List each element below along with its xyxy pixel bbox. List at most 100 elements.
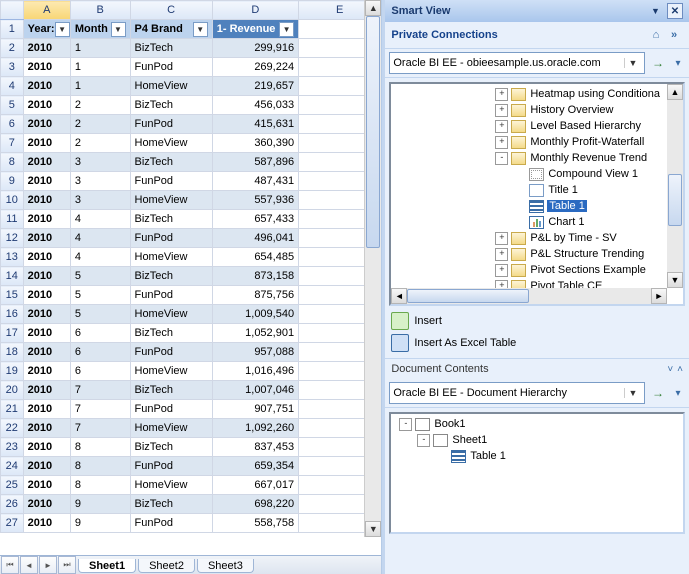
cell-month[interactable]: 7	[70, 400, 130, 419]
cell-brand[interactable]: BizTech	[130, 39, 212, 58]
section-expand-icon[interactable]: ˄	[677, 364, 683, 375]
cell-year[interactable]: 2010	[23, 324, 70, 343]
filter-header-c[interactable]: P4 Brand▼	[130, 20, 212, 39]
action-insert-as-table[interactable]: Insert As Excel Table	[385, 332, 689, 354]
cell-month[interactable]: 6	[70, 324, 130, 343]
row-header[interactable]: 25	[1, 476, 24, 495]
cell-month[interactable]: 5	[70, 267, 130, 286]
row-header[interactable]: 23	[1, 438, 24, 457]
cell-revenue[interactable]: 659,354	[212, 457, 298, 476]
cell-revenue[interactable]: 667,017	[212, 476, 298, 495]
cell-month[interactable]: 6	[70, 343, 130, 362]
row-header[interactable]: 9	[1, 172, 24, 191]
cell-brand[interactable]: FunPod	[130, 172, 212, 191]
cell-month[interactable]: 5	[70, 305, 130, 324]
tree-node[interactable]: -Book1	[395, 416, 679, 432]
cell-revenue[interactable]: 299,916	[212, 39, 298, 58]
cell-revenue[interactable]: 496,041	[212, 229, 298, 248]
cell-month[interactable]: 6	[70, 362, 130, 381]
row-header[interactable]: 16	[1, 305, 24, 324]
row-header[interactable]: 17	[1, 324, 24, 343]
row-header[interactable]: 20	[1, 381, 24, 400]
tree-expander[interactable]: +	[495, 232, 508, 245]
row-header[interactable]: 8	[1, 153, 24, 172]
cell-year[interactable]: 2010	[23, 419, 70, 438]
tree-node[interactable]: +P&L Structure Trending	[395, 246, 665, 262]
tree-node[interactable]: +Level Based Hierarchy	[395, 118, 665, 134]
cell-month[interactable]: 7	[70, 419, 130, 438]
connection-go-button[interactable]: →	[649, 53, 667, 73]
cell-revenue[interactable]: 875,756	[212, 286, 298, 305]
row-header[interactable]: 24	[1, 457, 24, 476]
scroll-track[interactable]	[365, 16, 381, 521]
filter-header-d[interactable]: 1- Revenue▼	[212, 20, 298, 39]
tree-hscroll-thumb[interactable]	[407, 289, 529, 303]
col-header-b[interactable]: B	[70, 1, 130, 20]
cell-brand[interactable]: HomeView	[130, 191, 212, 210]
cell-month[interactable]: 8	[70, 457, 130, 476]
cell-revenue[interactable]: 1,052,901	[212, 324, 298, 343]
row-header[interactable]: 11	[1, 210, 24, 229]
cell-revenue[interactable]: 1,009,540	[212, 305, 298, 324]
row-header[interactable]: 21	[1, 400, 24, 419]
cell-year[interactable]: 2010	[23, 39, 70, 58]
cell-revenue[interactable]: 873,158	[212, 267, 298, 286]
cell-year[interactable]: 2010	[23, 495, 70, 514]
cell-brand[interactable]: FunPod	[130, 457, 212, 476]
cell-year[interactable]: 2010	[23, 58, 70, 77]
tree-expander[interactable]: -	[399, 418, 412, 431]
tree-node[interactable]: Title 1	[395, 182, 665, 198]
cell-revenue[interactable]: 487,431	[212, 172, 298, 191]
filter-header-b[interactable]: Month▼	[70, 20, 130, 39]
cell-revenue[interactable]: 1,016,496	[212, 362, 298, 381]
cell-brand[interactable]: FunPod	[130, 400, 212, 419]
cell-year[interactable]: 2010	[23, 153, 70, 172]
cell-year[interactable]: 2010	[23, 172, 70, 191]
cell-brand[interactable]: BizTech	[130, 153, 212, 172]
home-icon[interactable]: ⌂	[647, 26, 665, 44]
cell-revenue[interactable]: 1,092,260	[212, 419, 298, 438]
scroll-down-button[interactable]: ▼	[365, 521, 381, 537]
tree-node[interactable]: -Monthly Revenue Trend	[395, 150, 665, 166]
col-header-c[interactable]: C	[130, 1, 212, 20]
row-header[interactable]: 10	[1, 191, 24, 210]
tab-nav-first[interactable]: ⏮	[1, 556, 19, 574]
row-header[interactable]: 6	[1, 115, 24, 134]
cell-brand[interactable]: FunPod	[130, 514, 212, 533]
section-collapse-icon[interactable]: ˅	[667, 364, 673, 375]
cell-month[interactable]: 5	[70, 286, 130, 305]
row-header[interactable]: 7	[1, 134, 24, 153]
cell-year[interactable]: 2010	[23, 267, 70, 286]
cell-month[interactable]: 1	[70, 58, 130, 77]
cell-year[interactable]: 2010	[23, 115, 70, 134]
row-header[interactable]: 3	[1, 58, 24, 77]
cell-month[interactable]: 2	[70, 96, 130, 115]
cell-month[interactable]: 1	[70, 39, 130, 58]
row-header[interactable]: 5	[1, 96, 24, 115]
filter-header-a[interactable]: Year:▼	[23, 20, 70, 39]
cell-brand[interactable]: BizTech	[130, 438, 212, 457]
tree-scroll-left[interactable]: ◄	[391, 288, 407, 304]
tree-hscroll[interactable]: ◄ ►	[391, 288, 667, 304]
col-header-d[interactable]: D	[212, 1, 298, 20]
tree-scroll-down[interactable]: ▼	[667, 272, 683, 288]
row-header[interactable]: 18	[1, 343, 24, 362]
cell-year[interactable]: 2010	[23, 248, 70, 267]
tree-node[interactable]: +Heatmap using Conditiona	[395, 86, 665, 102]
connection-more-button[interactable]: ▾	[671, 58, 685, 69]
cell-year[interactable]: 2010	[23, 210, 70, 229]
row-header[interactable]: 15	[1, 286, 24, 305]
cell-year[interactable]: 2010	[23, 96, 70, 115]
cell-brand[interactable]: BizTech	[130, 210, 212, 229]
cell-month[interactable]: 1	[70, 77, 130, 96]
cell-revenue[interactable]: 698,220	[212, 495, 298, 514]
cell-year[interactable]: 2010	[23, 286, 70, 305]
vertical-scrollbar[interactable]: ▲ ▼	[364, 0, 381, 537]
cell-revenue[interactable]: 558,758	[212, 514, 298, 533]
cell-brand[interactable]: BizTech	[130, 381, 212, 400]
cell-brand[interactable]: FunPod	[130, 229, 212, 248]
doc-more-button[interactable]: ▾	[671, 388, 685, 399]
panel-menu-icon[interactable]: ▼	[651, 6, 661, 16]
tree-node[interactable]: +History Overview	[395, 102, 665, 118]
cell-month[interactable]: 9	[70, 495, 130, 514]
